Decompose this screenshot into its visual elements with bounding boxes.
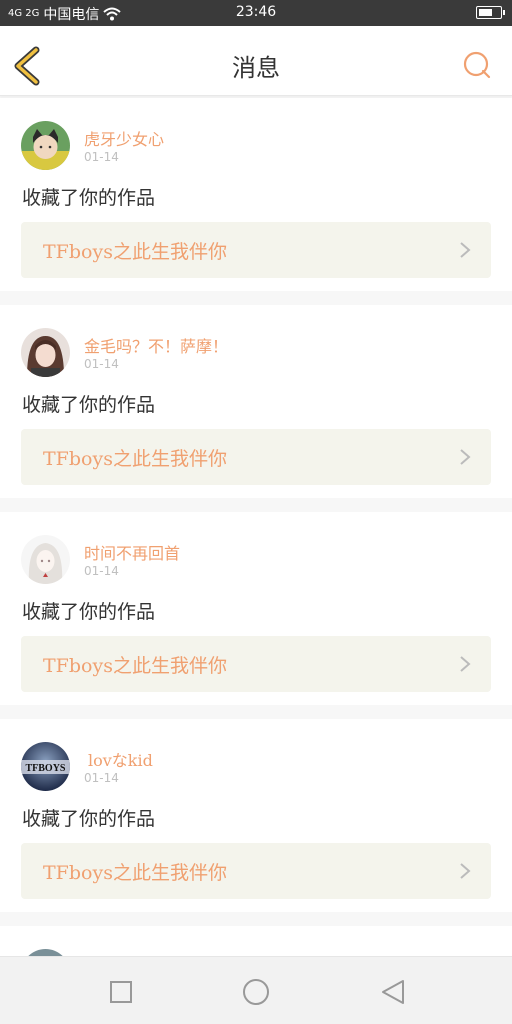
chevron-right-icon (460, 863, 471, 879)
work-title: TFboys之此生我伴你 (43, 448, 227, 470)
message-date: 01-14 (84, 150, 119, 164)
work-title: TFboys之此生我伴你 (43, 862, 227, 884)
message-card[interactable]: 金毛吗？不！萨摩！ 01-14 收藏了你的作品 TFboys之此生我伴你 (0, 305, 512, 498)
battery-icon (476, 6, 505, 19)
avatar-text: TFBOYS (25, 763, 65, 774)
user-avatar[interactable] (21, 535, 70, 584)
home-button[interactable] (241, 977, 271, 1007)
work-link[interactable]: TFboys之此生我伴你 (21, 636, 491, 692)
action-text: 收藏了你的作品 (22, 394, 156, 416)
user-avatar[interactable]: TFBOYS (21, 742, 70, 791)
user-avatar[interactable] (21, 328, 70, 377)
system-navigation-bar (0, 956, 512, 1024)
status-bar: 4G 2G 中国电信 23:46 (0, 0, 512, 26)
work-link[interactable]: TFboys之此生我伴你 (21, 429, 491, 485)
status-time: 23:46 (235, 4, 277, 20)
work-link[interactable]: TFboys之此生我伴你 (21, 843, 491, 899)
tfboys-logo-avatar: TFBOYS (21, 742, 70, 791)
page-title: 消息 (232, 54, 280, 82)
username[interactable]: 时间不再回首 (84, 540, 180, 564)
message-card[interactable]: TFBOYS lovなkid 01-14 收藏了你的作品 TFboys之此生我伴… (0, 719, 512, 912)
work-link[interactable]: TFboys之此生我伴你 (21, 222, 491, 278)
username[interactable]: lovなkid (88, 747, 153, 771)
back-nav-button[interactable] (378, 977, 408, 1007)
recent-apps-button[interactable] (106, 977, 136, 1007)
work-title: TFboys之此生我伴你 (43, 241, 227, 263)
work-title: TFboys之此生我伴你 (43, 655, 227, 677)
search-icon (463, 51, 491, 79)
message-date: 01-14 (84, 357, 119, 371)
username[interactable]: 虎牙少女心 (84, 126, 164, 150)
action-text: 收藏了你的作品 (22, 187, 156, 209)
chevron-right-icon (460, 449, 471, 465)
chevron-right-icon (460, 242, 471, 258)
message-card[interactable]: 时间不再回首 01-14 收藏了你的作品 TFboys之此生我伴你 (0, 512, 512, 705)
message-date: 01-14 (84, 771, 119, 785)
search-button[interactable] (462, 50, 492, 80)
username[interactable]: 金毛吗？不！萨摩！ (84, 333, 228, 357)
message-card[interactable]: 虎牙少女心 01-14 收藏了你的作品 TFboys之此生我伴你 (0, 98, 512, 291)
message-date: 01-14 (84, 564, 119, 578)
action-text: 收藏了你的作品 (22, 601, 156, 623)
header-bar: 消息 (0, 26, 512, 96)
action-text: 收藏了你的作品 (22, 808, 156, 830)
anime-girl-avatar (21, 535, 70, 584)
girl-portrait-avatar (21, 328, 70, 377)
chevron-right-icon (460, 656, 471, 672)
user-avatar[interactable] (21, 121, 70, 170)
cat-ears-portrait-avatar (21, 121, 70, 170)
